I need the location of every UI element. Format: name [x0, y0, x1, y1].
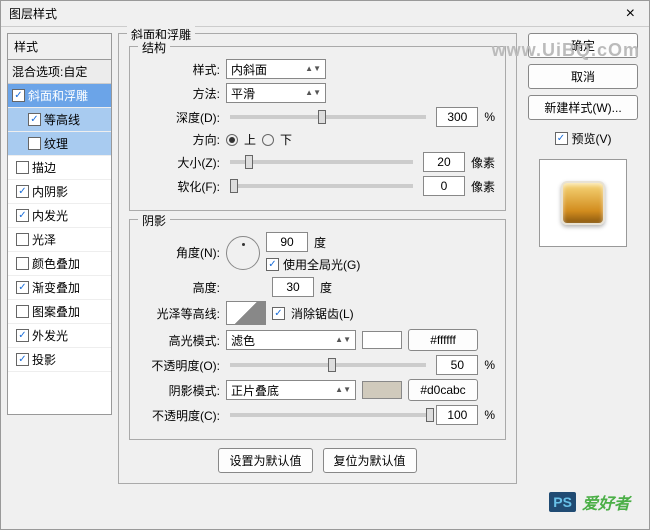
checkbox-icon[interactable] [28, 113, 41, 126]
layer-style-dialog: 图层样式 × 样式 混合选项:自定 斜面和浮雕 等高线 纹理 描边 内阴影 内发… [0, 0, 650, 530]
highlight-opacity-label: 不透明度(O): [140, 357, 220, 374]
preview-checkbox[interactable] [555, 132, 568, 145]
blend-options-row[interactable]: 混合选项:自定 [8, 60, 111, 84]
updown-icon: ▲▼ [305, 90, 321, 96]
style-item-gradient-overlay[interactable]: 渐变叠加 [8, 276, 111, 300]
action-panel: 确定 取消 新建样式(W)... 预览(V) [523, 33, 643, 523]
style-item-color-overlay[interactable]: 颜色叠加 [8, 252, 111, 276]
checkbox-icon[interactable] [16, 281, 29, 294]
styles-panel: 样式 混合选项:自定 斜面和浮雕 等高线 纹理 描边 内阴影 内发光 光泽 颜色… [7, 33, 112, 523]
settings-panel: 斜面和浮雕 结构 样式: 内斜面▲▼ 方法: 平滑▲▼ 深度(D): 300 [118, 33, 517, 523]
dialog-title: 图层样式 [9, 5, 620, 22]
antialias-checkbox[interactable] [272, 307, 285, 320]
titlebar: 图层样式 × [1, 1, 649, 27]
depth-label: 深度(D): [140, 109, 220, 126]
direction-label: 方向: [140, 131, 220, 148]
updown-icon: ▲▼ [335, 337, 351, 343]
style-item-drop-shadow[interactable]: 投影 [8, 348, 111, 372]
checkbox-icon[interactable] [12, 89, 25, 102]
bevel-fieldset: 斜面和浮雕 结构 样式: 内斜面▲▼ 方法: 平滑▲▼ 深度(D): 300 [118, 33, 517, 484]
depth-unit: % [484, 110, 495, 124]
style-item-bevel[interactable]: 斜面和浮雕 [8, 84, 111, 108]
highlight-color-swatch[interactable] [362, 331, 402, 349]
structure-fieldset: 结构 样式: 内斜面▲▼ 方法: 平滑▲▼ 深度(D): 300 % [129, 46, 506, 211]
highlight-opacity-input[interactable]: 50 [436, 355, 478, 375]
angle-label: 角度(N): [140, 244, 220, 261]
angle-input[interactable]: 90 [266, 232, 308, 252]
checkbox-icon[interactable] [16, 353, 29, 366]
highlight-mode-label: 高光模式: [140, 332, 220, 349]
shadow-mode-label: 阴影模式: [140, 382, 220, 399]
reset-default-button[interactable]: 复位为默认值 [323, 448, 417, 473]
angle-picker[interactable] [226, 236, 260, 270]
style-item-texture[interactable]: 纹理 [8, 132, 111, 156]
soften-label: 软化(F): [140, 178, 220, 195]
highlight-opacity-slider[interactable] [230, 363, 426, 367]
highlight-mode-select[interactable]: 滤色▲▼ [226, 330, 356, 350]
watermark-text: 爱好者 [582, 490, 630, 514]
soften-slider[interactable] [230, 184, 413, 188]
style-select[interactable]: 内斜面▲▼ [226, 59, 326, 79]
make-default-button[interactable]: 设置为默认值 [218, 448, 312, 473]
cancel-button[interactable]: 取消 [528, 64, 638, 89]
close-icon[interactable]: × [620, 5, 641, 23]
checkbox-icon[interactable] [16, 161, 29, 174]
direction-up-radio[interactable] [226, 134, 238, 146]
checkbox-icon[interactable] [16, 329, 29, 342]
gloss-contour-label: 光泽等高线: [140, 305, 220, 322]
method-select[interactable]: 平滑▲▼ [226, 83, 326, 103]
shadow-color-swatch[interactable] [362, 381, 402, 399]
preview-icon [561, 181, 605, 225]
depth-slider[interactable] [230, 115, 426, 119]
preview-box [539, 159, 627, 247]
shadow-color-hex[interactable]: #d0cabc [408, 379, 478, 401]
size-input[interactable]: 20 [423, 152, 465, 172]
style-item-satin[interactable]: 光泽 [8, 228, 111, 252]
watermark-url: www.UiBQ.cOm [492, 40, 640, 61]
checkbox-icon[interactable] [28, 137, 41, 150]
shadow-opacity-slider[interactable] [230, 413, 426, 417]
styles-header: 样式 [7, 33, 112, 59]
preview-label: 预览(V) [572, 130, 612, 147]
style-item-inner-glow[interactable]: 内发光 [8, 204, 111, 228]
ps-logo-icon: PS [549, 492, 576, 512]
style-item-stroke[interactable]: 描边 [8, 156, 111, 180]
method-label: 方法: [140, 85, 220, 102]
global-light-checkbox[interactable] [266, 258, 279, 271]
altitude-label: 高度: [140, 279, 220, 296]
structure-legend: 结构 [138, 39, 170, 56]
style-label: 样式: [140, 61, 220, 78]
style-item-contour[interactable]: 等高线 [8, 108, 111, 132]
size-label: 大小(Z): [140, 154, 220, 171]
depth-input[interactable]: 300 [436, 107, 478, 127]
size-unit: 像素 [471, 154, 495, 171]
watermark: PS 爱好者 [549, 490, 630, 514]
checkbox-icon[interactable] [16, 209, 29, 222]
styles-list: 混合选项:自定 斜面和浮雕 等高线 纹理 描边 内阴影 内发光 光泽 颜色叠加 … [7, 59, 112, 415]
highlight-color-hex[interactable]: #ffffff [408, 329, 478, 351]
soften-input[interactable]: 0 [423, 176, 465, 196]
checkbox-icon[interactable] [16, 257, 29, 270]
shadow-opacity-label: 不透明度(C): [140, 407, 220, 424]
altitude-input[interactable]: 30 [272, 277, 314, 297]
shadow-opacity-input[interactable]: 100 [436, 405, 478, 425]
new-style-button[interactable]: 新建样式(W)... [528, 95, 638, 120]
shading-fieldset: 阴影 角度(N): 90 度 使用全局光(G) [129, 219, 506, 440]
checkbox-icon[interactable] [16, 185, 29, 198]
size-slider[interactable] [230, 160, 413, 164]
updown-icon: ▲▼ [305, 66, 321, 72]
updown-icon: ▲▼ [335, 387, 351, 393]
gloss-contour-picker[interactable] [226, 301, 266, 325]
style-item-pattern-overlay[interactable]: 图案叠加 [8, 300, 111, 324]
checkbox-icon[interactable] [16, 233, 29, 246]
soften-unit: 像素 [471, 178, 495, 195]
style-item-inner-shadow[interactable]: 内阴影 [8, 180, 111, 204]
style-item-outer-glow[interactable]: 外发光 [8, 324, 111, 348]
direction-down-radio[interactable] [262, 134, 274, 146]
shading-legend: 阴影 [138, 212, 170, 229]
shadow-mode-select[interactable]: 正片叠底▲▼ [226, 380, 356, 400]
checkbox-icon[interactable] [16, 305, 29, 318]
